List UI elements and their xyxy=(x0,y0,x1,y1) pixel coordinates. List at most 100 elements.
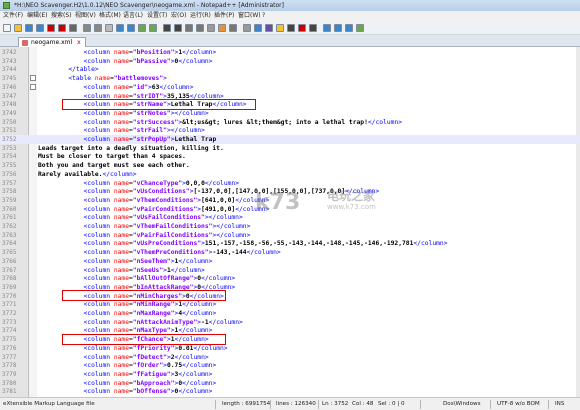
status-bar: eXtensible Markup Language file length :… xyxy=(0,397,580,410)
line-number: 3767 xyxy=(2,266,17,274)
code-line[interactable]: 3781 <column name="bOffense">0</column> xyxy=(0,387,580,396)
code-line[interactable]: 3756 Rarely available.</column> xyxy=(0,170,580,179)
doc-map-icon[interactable] xyxy=(254,24,262,32)
code-line[interactable]: 3749 <column name="strNotes"></column> xyxy=(0,109,580,118)
code-line[interactable]: 3779 <column name="fFatigue">3</column> xyxy=(0,370,580,379)
code-line[interactable]: 3743 <column name="bPassive">0</column> xyxy=(0,57,580,66)
line-number: 3750 xyxy=(2,118,17,126)
code-line[interactable]: 3778 <column name="fOrder">0.75</column> xyxy=(0,361,580,370)
zoom-in-icon[interactable] xyxy=(163,24,171,32)
code-text: Leads target into a deadly situation, ki… xyxy=(38,144,224,152)
line-number: 3774 xyxy=(2,327,17,335)
function-list-icon[interactable] xyxy=(265,24,273,32)
spellcheck-icon[interactable] xyxy=(356,24,364,32)
find-icon[interactable] xyxy=(138,24,146,32)
code-line[interactable]: 3776 <column name="fPriority">0.01</colu… xyxy=(0,344,580,353)
record-macro-icon[interactable] xyxy=(298,24,306,32)
code-line[interactable]: 3768 <column name="bAllOutOfRange">0</co… xyxy=(0,274,580,283)
save-icon[interactable] xyxy=(25,24,33,32)
status-separator xyxy=(420,400,421,409)
run-macro-icon[interactable] xyxy=(334,24,342,32)
code-line[interactable]: 3746 <column name="id">63</column> xyxy=(0,83,580,92)
annotation-highlight-box xyxy=(62,333,226,345)
line-number: 3752 xyxy=(2,136,17,143)
zoom-out-icon[interactable] xyxy=(174,24,182,32)
code-line[interactable]: 3765 <column name="vThemPreConditions">-… xyxy=(0,248,580,257)
line-number: 3747 xyxy=(2,92,17,100)
menu-item[interactable]: 设置(T) xyxy=(147,11,167,21)
fold-marker-icon[interactable] xyxy=(30,75,36,82)
new-file-icon[interactable] xyxy=(3,24,11,32)
play-macro-icon[interactable] xyxy=(323,24,331,32)
line-number: 3748 xyxy=(2,101,17,109)
code-line[interactable]: 3773 <column name="nAttackAnimType">-1</… xyxy=(0,318,580,327)
fold-marker-icon[interactable] xyxy=(30,83,36,90)
close-all-icon[interactable] xyxy=(58,24,66,32)
line-number: 3779 xyxy=(2,370,17,378)
replace-icon[interactable] xyxy=(149,24,157,32)
menu-item[interactable]: 语言(L) xyxy=(123,11,143,21)
code-line[interactable]: 3772 <column name="nMaxRange">4</column> xyxy=(0,309,580,318)
sync-v-icon[interactable] xyxy=(185,24,193,32)
code-line[interactable]: 3752 <column name="strPopUp">Lethal Trap xyxy=(0,135,580,144)
menu-item[interactable]: 视图(V) xyxy=(75,11,96,21)
open-file-icon[interactable] xyxy=(14,24,22,32)
menu-item[interactable]: 运行(R) xyxy=(190,11,211,21)
code-line[interactable]: 3771 <column name="nMinRange">1</column> xyxy=(0,300,580,309)
code-line[interactable]: 3762 <column name="vThemFailConditions">… xyxy=(0,222,580,231)
tab-bar: neogame.xml x xyxy=(0,35,580,47)
menu-item[interactable]: 文件(F) xyxy=(3,11,23,21)
code-text: <column name="nMinRange">1</column> xyxy=(83,301,217,309)
indent-guide-icon[interactable] xyxy=(229,24,237,32)
close-icon[interactable] xyxy=(47,24,55,32)
code-line[interactable]: 3767 <column name="nSeeUs">1</column> xyxy=(0,266,580,275)
line-number: 3770 xyxy=(2,292,17,300)
code-line[interactable]: 3754 Must be closer to target than 4 spac… xyxy=(0,152,580,161)
code-line[interactable]: 3744 </table> xyxy=(0,65,580,74)
code-text: <column name="fPriority">0.01</column> xyxy=(83,344,228,352)
line-number: 3777 xyxy=(2,353,17,361)
sync-h-icon[interactable] xyxy=(196,24,204,32)
code-line[interactable]: 3751 <column name="strFail"></column> xyxy=(0,126,580,135)
menu-item[interactable]: 宏(O) xyxy=(171,11,186,21)
save-macro-icon[interactable] xyxy=(345,24,353,32)
code-line[interactable]: 3753 Leads target into a deadly situation… xyxy=(0,144,580,153)
monitor-icon[interactable] xyxy=(287,24,295,32)
status-line-number: Ln : 3752 xyxy=(322,401,349,407)
menu-item[interactable]: 插件(P) xyxy=(214,11,234,21)
menu-item[interactable]: 搜索(S) xyxy=(51,11,72,21)
copy-icon[interactable] xyxy=(94,24,102,32)
editor-area[interactable]: 3742 <column name="bPosition">1</column>… xyxy=(0,47,580,397)
line-number: 3745 xyxy=(2,75,17,83)
code-line[interactable]: 3745 <table name="battlemoves"> xyxy=(0,74,580,83)
redo-icon[interactable] xyxy=(127,24,135,32)
code-line[interactable]: 3750 <column name="strSuccess">&lt;us&gt… xyxy=(0,118,580,127)
show-all-chars-icon[interactable] xyxy=(218,24,226,32)
menu-item[interactable]: 窗口(W) xyxy=(238,11,261,21)
code-line[interactable]: 3766 <column name="nSeeThem">1</column> xyxy=(0,257,580,266)
menu-item[interactable]: ? xyxy=(262,11,265,21)
word-wrap-icon[interactable] xyxy=(207,24,215,32)
annotation-highlight-box xyxy=(62,290,226,302)
code-line[interactable]: 3742 <column name="bPosition">1</column> xyxy=(0,48,580,57)
line-number: 3746 xyxy=(2,83,17,91)
save-all-icon[interactable] xyxy=(36,24,44,32)
line-number: 3776 xyxy=(2,344,17,352)
menu-item[interactable]: 格式(M) xyxy=(99,11,121,21)
paste-icon[interactable] xyxy=(105,24,113,32)
stop-macro-icon[interactable] xyxy=(309,24,317,32)
undo-icon[interactable] xyxy=(116,24,124,32)
print-icon[interactable] xyxy=(69,24,77,32)
folder-icon[interactable] xyxy=(276,24,284,32)
code-line[interactable]: 3780 <column name="bApproach">0</column> xyxy=(0,379,580,388)
line-number: 3760 xyxy=(2,205,17,213)
lang-icon[interactable] xyxy=(243,24,251,32)
cut-icon[interactable] xyxy=(83,24,91,32)
menu-item[interactable]: 编辑(E) xyxy=(27,11,47,21)
tab-close-icon[interactable]: x xyxy=(77,39,81,46)
code-line[interactable]: 3777 <column name="fDetect">2</column> xyxy=(0,353,580,362)
tab-neogame-xml[interactable]: neogame.xml x xyxy=(18,37,86,47)
code-line[interactable]: 3755 Both you and target must see each ot… xyxy=(0,161,580,170)
code-line[interactable]: 3763 <column name="vPairFailConditions">… xyxy=(0,231,580,240)
code-line[interactable]: 3764 <column name="vUsPreConditions">151… xyxy=(0,239,580,248)
